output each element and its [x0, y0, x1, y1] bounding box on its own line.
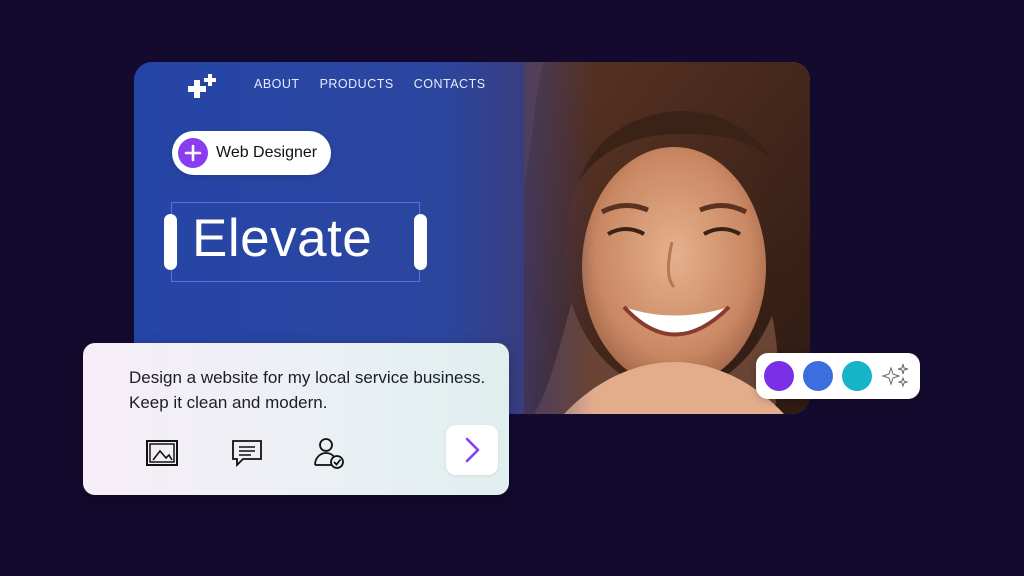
left-resize-handle[interactable] — [164, 214, 177, 270]
nav-contacts[interactable]: CONTACTS — [414, 77, 486, 91]
nav-products[interactable]: PRODUCTS — [320, 77, 394, 91]
swatch-purple[interactable] — [764, 361, 794, 391]
chat-icon[interactable] — [229, 435, 265, 471]
headline-text[interactable]: Elevate — [192, 208, 372, 269]
logo-icon — [188, 74, 216, 98]
badge-label: Web Designer — [216, 144, 318, 161]
swatch-teal[interactable] — [842, 361, 872, 391]
chevron-right-icon — [465, 437, 480, 463]
web-designer-badge[interactable]: Web Designer — [172, 131, 332, 175]
send-button[interactable] — [446, 425, 498, 475]
user-check-icon[interactable] — [311, 435, 347, 471]
nav-about[interactable]: ABOUT — [254, 77, 300, 91]
image-icon[interactable] — [144, 435, 180, 471]
swatch-blue[interactable] — [803, 361, 833, 391]
sparkle-icon[interactable] — [881, 360, 913, 392]
right-resize-handle[interactable] — [414, 214, 427, 270]
plus-icon — [178, 138, 208, 168]
color-palette — [756, 353, 920, 399]
prompt-card: Design a website for my local service bu… — [83, 343, 509, 495]
nav-menu: ABOUT PRODUCTS CONTACTS — [254, 77, 486, 91]
prompt-input[interactable]: Design a website for my local service bu… — [129, 365, 489, 415]
